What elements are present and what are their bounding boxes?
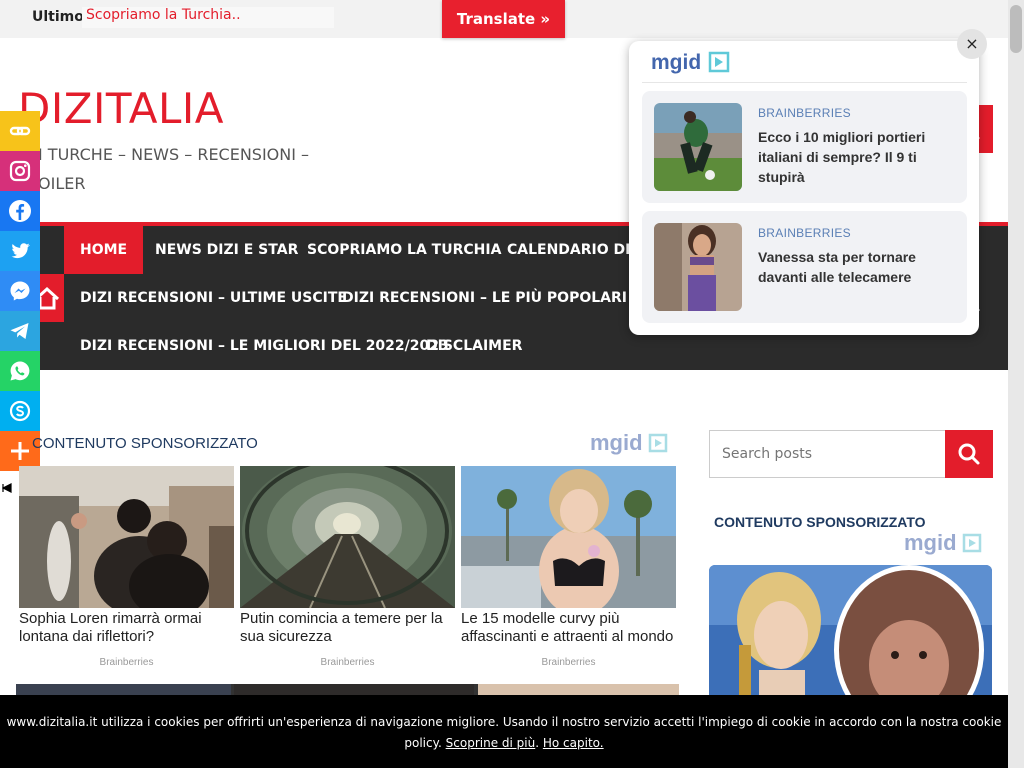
scrollbar-thumb[interactable]: [1010, 5, 1022, 53]
messenger-share-button[interactable]: [0, 271, 40, 311]
translate-button[interactable]: Translate »: [442, 0, 565, 38]
popup-card-source: BRAINBERRIES: [758, 106, 851, 120]
twitter-icon: [11, 243, 30, 259]
sidebar-search-input[interactable]: [722, 431, 942, 477]
copy-link-share-button[interactable]: [0, 111, 40, 151]
twitter-share-button[interactable]: [0, 231, 40, 271]
popup-card-title[interactable]: Vanessa sta per tornare davanti alle tel…: [758, 247, 958, 287]
popup-card-title[interactable]: Ecco i 10 migliori portieri italiani di …: [758, 127, 958, 187]
cookie-more-link[interactable]: Scoprine di più: [446, 736, 536, 750]
nav-item-migliori[interactable]: DIZI RECENSIONI – LE MIGLIORI DEL 2022/2…: [64, 322, 465, 370]
mgid-logo-mark: mgid: [651, 51, 730, 74]
card-title[interactable]: Sophia Loren rimarrà ormai lontana dai r…: [19, 610, 237, 646]
page-scrollbar[interactable]: [1008, 0, 1024, 768]
svg-text:mgid: mgid: [590, 430, 643, 455]
popup-card-image-goalkeeper[interactable]: [654, 103, 742, 191]
facebook-icon: [9, 200, 31, 222]
nav-item-ultime-uscite[interactable]: DIZI RECENSIONI – ULTIME USCITE: [64, 274, 363, 322]
nav-item-piu-popolari[interactable]: DIZI RECENSIONI – LE PIÙ POPOLARI: [326, 274, 643, 322]
card-image-sophia-loren[interactable]: [19, 466, 234, 608]
search-icon: [958, 443, 980, 465]
cookie-accept-link[interactable]: Ho capito.: [543, 736, 604, 750]
ticker-label: Ultimo:: [32, 9, 90, 25]
plus-icon: [11, 442, 29, 460]
facebook-share-button[interactable]: [0, 191, 40, 231]
nav-item-news[interactable]: NEWS DIZI E STAR: [139, 226, 314, 274]
sponsored-content-label: CONTENUTO SPONSORIZZATO: [32, 435, 258, 452]
skype-share-button[interactable]: [0, 391, 40, 431]
whatsapp-icon: [10, 361, 30, 381]
telegram-share-button[interactable]: [0, 311, 40, 351]
nav-item-turchia[interactable]: SCOPRIAMO LA TURCHIA: [291, 226, 517, 274]
site-logo[interactable]: DIZITALIA: [18, 84, 224, 133]
card-image-tunnel[interactable]: [240, 466, 455, 608]
svg-text:mgid: mgid: [651, 51, 701, 74]
mgid-logo[interactable]: mgid: [590, 430, 672, 460]
cookie-banner: www.dizitalia.it utilizza i cookies per …: [0, 695, 1008, 768]
popup-close-button[interactable]: ×: [957, 29, 987, 59]
card-title[interactable]: Le 15 modelle curvy più affascinanti e a…: [461, 610, 679, 646]
nav-item-home[interactable]: HOME: [64, 226, 144, 274]
sidebar-search-button[interactable]: [945, 430, 993, 478]
instagram-share-button[interactable]: [0, 151, 40, 191]
site-tagline-continued: OILER: [38, 174, 86, 193]
card-image-model[interactable]: [461, 466, 676, 608]
sidebar-sponsored-image[interactable]: [709, 565, 992, 705]
mgid-logo[interactable]: mgid: [651, 50, 733, 78]
card-title[interactable]: Putin comincia a temere per la sua sicur…: [240, 610, 458, 646]
link-icon: [9, 126, 31, 136]
mgid-logo[interactable]: mgid: [904, 530, 986, 560]
mgid-logo-mark: mgid: [590, 430, 668, 455]
skype-icon: [9, 400, 31, 422]
svg-text:mgid: mgid: [904, 530, 957, 555]
whatsapp-share-button[interactable]: [0, 351, 40, 391]
card-source: Brainberries: [99, 657, 154, 668]
site-tagline: I TURCHE – NEWS – RECENSIONI –: [38, 145, 310, 164]
nav-item-disclaimer[interactable]: DISCLAIMER: [410, 322, 538, 370]
hide-share-bar-icon[interactable]: [1, 482, 12, 497]
cookie-separator: .: [535, 736, 540, 750]
telegram-icon: [10, 323, 29, 339]
instagram-icon: [9, 160, 31, 182]
card-source: Brainberries: [320, 657, 375, 668]
mgid-logo-mark: mgid: [904, 530, 982, 555]
sidebar-sponsored-label: CONTENUTO SPONSORIZZATO: [714, 514, 926, 530]
sidebar-search-field[interactable]: [709, 430, 945, 478]
popup-card-source: BRAINBERRIES: [758, 226, 851, 240]
ticker-link[interactable]: Scopriamo la Turchia..: [86, 7, 241, 23]
popup-divider: [642, 82, 967, 83]
messenger-icon: [10, 281, 30, 301]
card-source: Brainberries: [541, 657, 596, 668]
popup-card-image-vanessa[interactable]: [654, 223, 742, 311]
